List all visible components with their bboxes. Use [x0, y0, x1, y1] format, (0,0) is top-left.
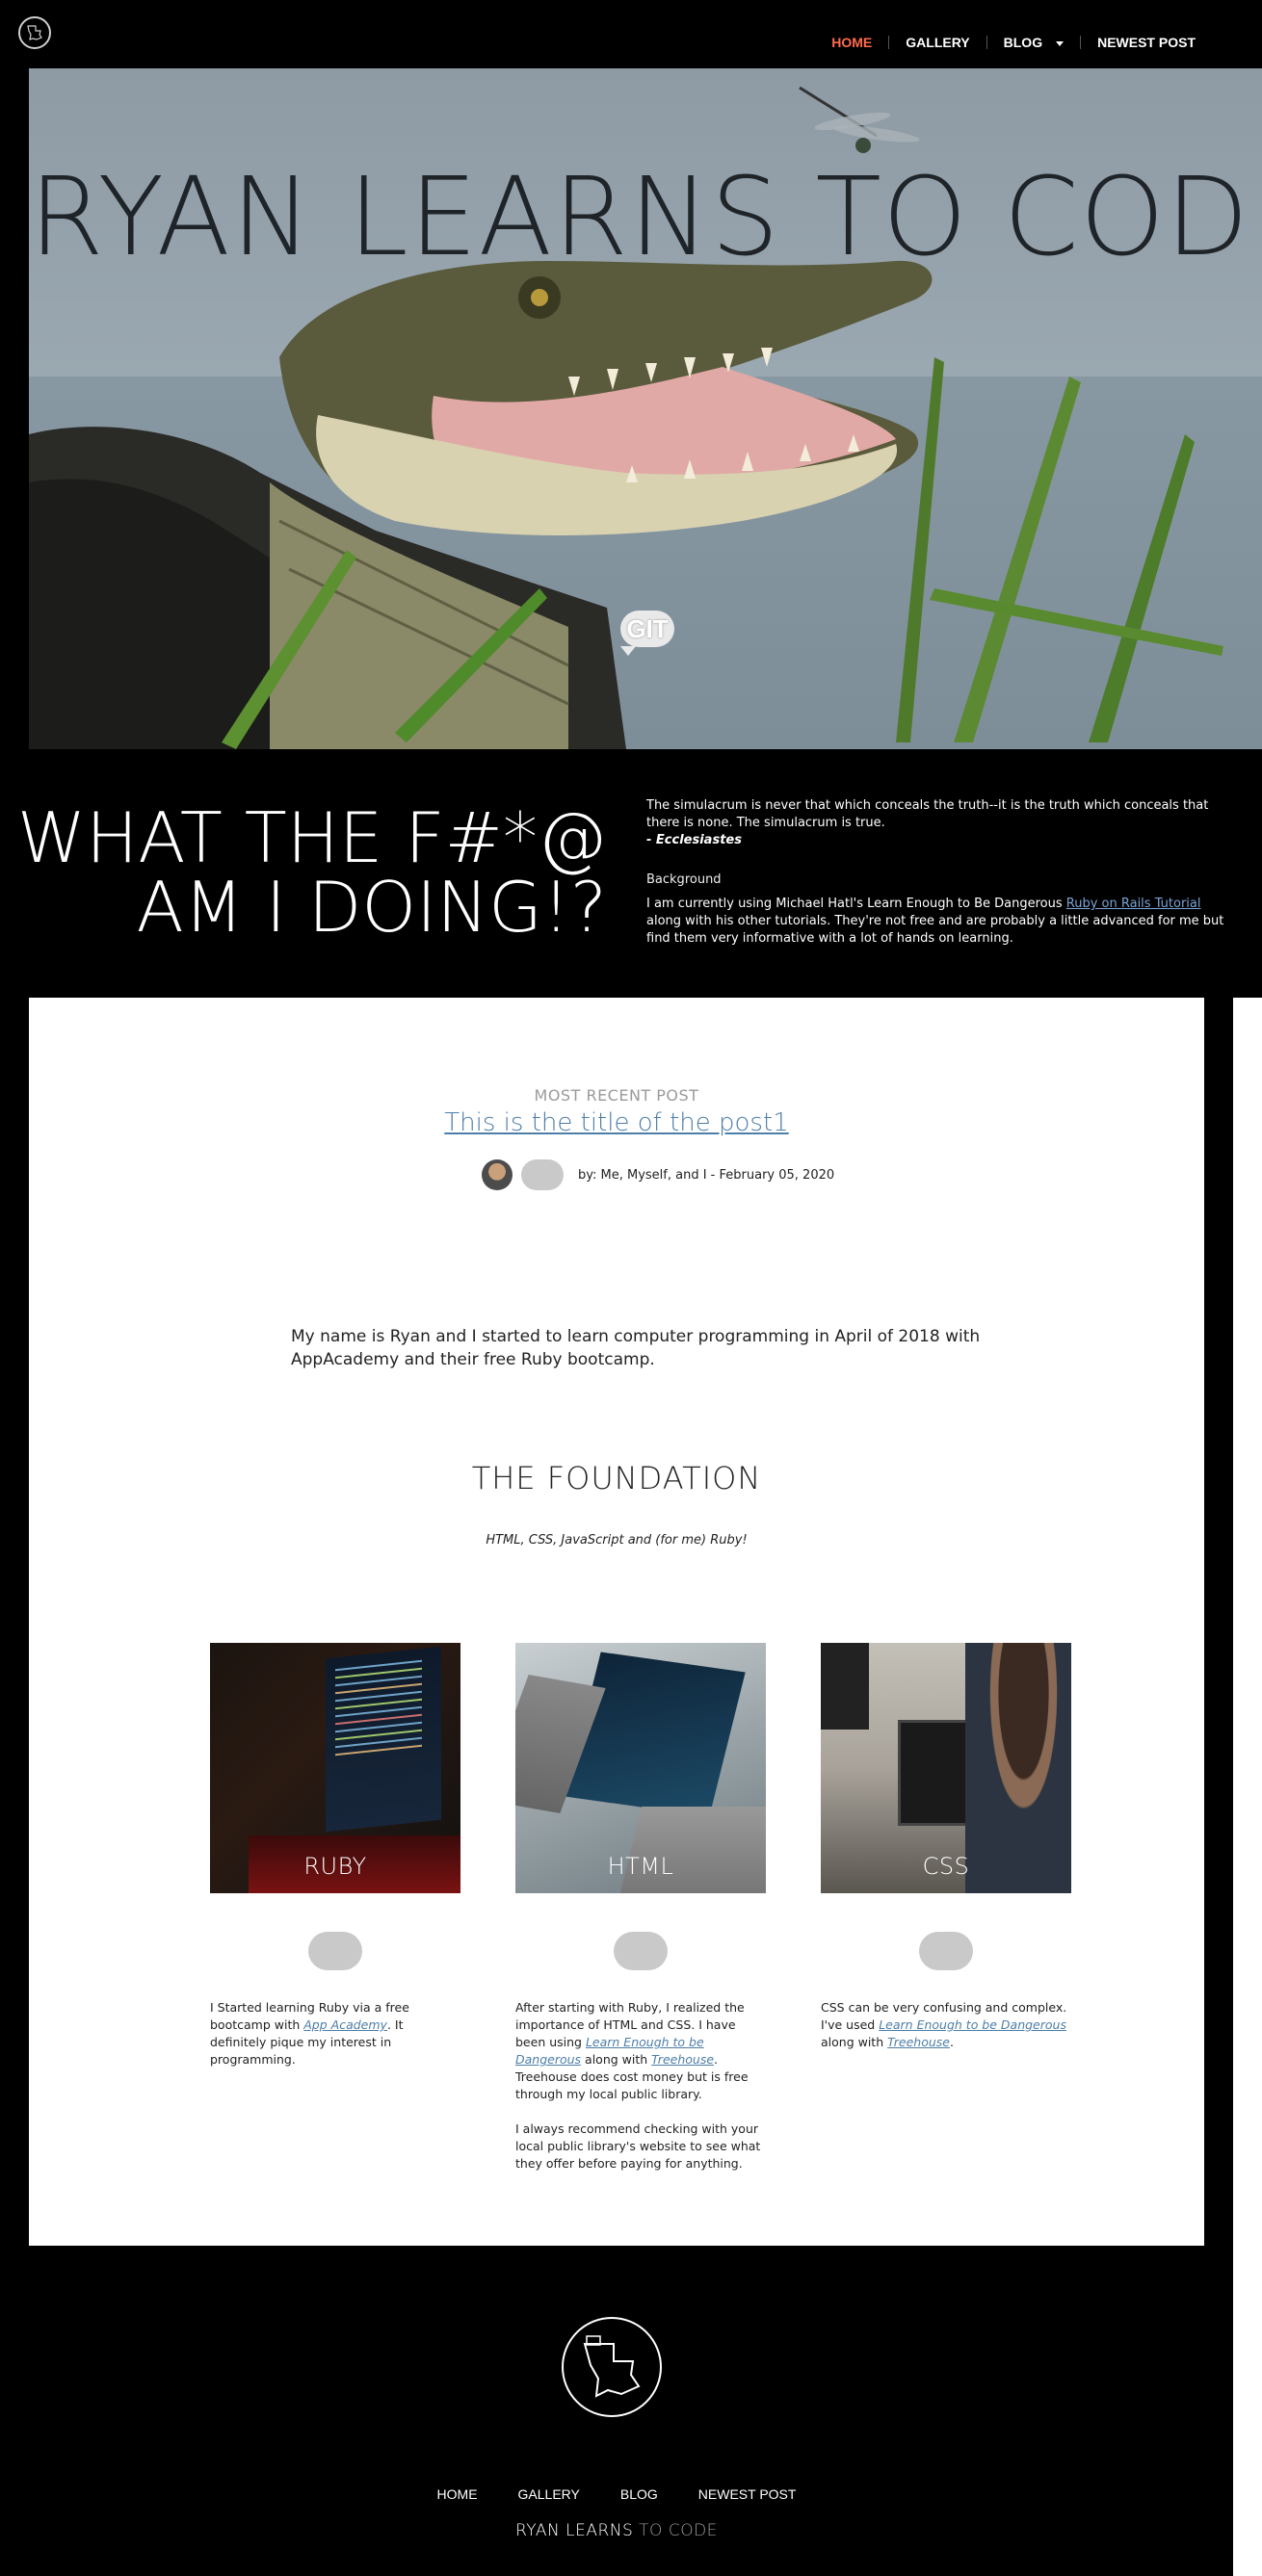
quote-attribution: - Ecclesiastes: [646, 833, 742, 847]
footer: HOME GALLERY BLOG NEWEST POST RYAN LEARN…: [0, 2246, 1233, 2576]
html-label: HTML: [607, 1853, 674, 1880]
louisiana-logo-icon[interactable]: [562, 2317, 662, 2417]
html-text-2: along with: [581, 2052, 652, 2067]
html-thumbnail[interactable]: HTML: [515, 1643, 766, 1893]
banner-heading-line-1: WHAT THE F#*@: [16, 797, 607, 878]
background-text: I am currently using Michael Hatl's Lear…: [646, 896, 1224, 948]
laptop-screen: [898, 1720, 975, 1826]
right-edge-strip: [1233, 998, 1262, 2576]
css-thumbnail[interactable]: CSS: [821, 1643, 1071, 1893]
banner-heading-line-2: AM I DOING!?: [136, 867, 607, 948]
ruby-label: RUBY: [303, 1853, 367, 1880]
laptop-screen: [565, 1652, 746, 1817]
avatar: [482, 1159, 513, 1190]
post-byline: by: Me, Myself, and I - February 05, 202…: [482, 1159, 834, 1190]
footer-brand-main: RYAN LEARNS: [515, 2521, 634, 2540]
tag-pill[interactable]: [521, 1159, 564, 1190]
foundation-title: THE FOUNDATION: [471, 1460, 762, 1496]
top-navbar: HOME GALLERY BLOG NEWEST POST: [0, 0, 1262, 68]
nav-newest-post[interactable]: NEWEST POST: [1080, 36, 1212, 49]
ruby-thumbnail[interactable]: RUBY: [210, 1643, 460, 1893]
intro-banner: WHAT THE F#*@ AM I DOING!? The simulacru…: [0, 749, 1262, 998]
html-pill-button[interactable]: [614, 1932, 668, 1970]
html-description: After starting with Ruby, I realized the…: [515, 1999, 766, 2190]
nav-blog[interactable]: BLOG: [986, 36, 1080, 49]
background-text-pre: I am currently using Michael Hatl's Lear…: [646, 897, 1066, 911]
main-nav: HOME GALLERY BLOG NEWEST POST: [815, 36, 1212, 49]
keyboard: [619, 1807, 766, 1893]
main-content: MOST RECENT POST This is the title of th…: [29, 998, 1204, 2246]
footer-nav-gallery[interactable]: GALLERY: [518, 2486, 580, 2502]
quote-text: The simulacrum is never that which conce…: [646, 798, 1209, 830]
footer-nav-newest-post[interactable]: NEWEST POST: [698, 2486, 797, 2502]
background-text-post: along with his other tutorials. They're …: [646, 914, 1224, 946]
background-label: Background: [646, 872, 722, 887]
footer-nav-home[interactable]: HOME: [437, 2486, 478, 2502]
card-css: CSS CSS can be very confusing and comple…: [821, 1643, 1071, 2049]
site-title: RYAN LEARNS TO CODE: [29, 155, 1262, 280]
intro-paragraph: My name is Ryan and I started to learn c…: [291, 1327, 981, 1369]
css-text-3: .: [950, 2035, 954, 2049]
chevron-down-icon[interactable]: [1056, 40, 1065, 46]
louisiana-logo-icon[interactable]: [18, 16, 51, 49]
foundation-subtitle: HTML, CSS, JavaScript and (for me) Ruby!: [486, 1533, 748, 1548]
footer-nav-blog[interactable]: BLOG: [620, 2486, 658, 2502]
footer-nav: HOME GALLERY BLOG NEWEST POST: [0, 2486, 1233, 2502]
quote-block: The simulacrum is never that which conce…: [646, 797, 1215, 849]
banner-heading: WHAT THE F#*@ AM I DOING!?: [17, 803, 607, 942]
footer-brand: RYAN LEARNS TO CODE: [0, 2521, 1233, 2540]
most-recent-post-label: MOST RECENT POST: [534, 1086, 699, 1105]
card-ruby: RUBY I Started learning Ruby via a free …: [210, 1643, 460, 2067]
post-title-link[interactable]: This is the title of the post1: [29, 1108, 1204, 1137]
ruby-description: I Started learning Ruby via a free bootc…: [210, 1999, 460, 2086]
footer-brand-dim: TO CODE: [633, 2521, 718, 2540]
hero-banner: RYAN LEARNS TO CODE GIT: [29, 68, 1262, 749]
nav-blog-label: BLOG: [1003, 35, 1043, 50]
byline-text: by: Me, Myself, and I - February 05, 202…: [578, 1167, 835, 1183]
css-pill-button[interactable]: [919, 1932, 973, 1970]
treehouse-link[interactable]: Treehouse: [887, 2035, 950, 2049]
html-text-p2: I always recommend checking with your lo…: [515, 2121, 761, 2171]
laptop-screen: [326, 1646, 441, 1833]
css-text-2: along with: [821, 2035, 888, 2049]
app-academy-link[interactable]: App Academy: [303, 2017, 387, 2032]
dragonfly-icon: [799, 86, 920, 153]
nav-gallery[interactable]: GALLERY: [888, 36, 986, 49]
ruby-pill-button[interactable]: [308, 1932, 362, 1970]
css-label: CSS: [922, 1853, 970, 1880]
card-html: HTML After starting with Ruby, I realize…: [515, 1643, 766, 2171]
rails-tutorial-link[interactable]: Ruby on Rails Tutorial: [1066, 897, 1201, 911]
git-badge[interactable]: GIT: [620, 611, 674, 656]
learn-enough-link[interactable]: Learn Enough to be Dangerous: [879, 2017, 1066, 2032]
treehouse-link[interactable]: Treehouse: [651, 2052, 714, 2067]
monitor: [821, 1643, 869, 1730]
css-description: CSS can be very confusing and complex. I…: [821, 1999, 1071, 2069]
nav-home[interactable]: HOME: [815, 36, 888, 49]
